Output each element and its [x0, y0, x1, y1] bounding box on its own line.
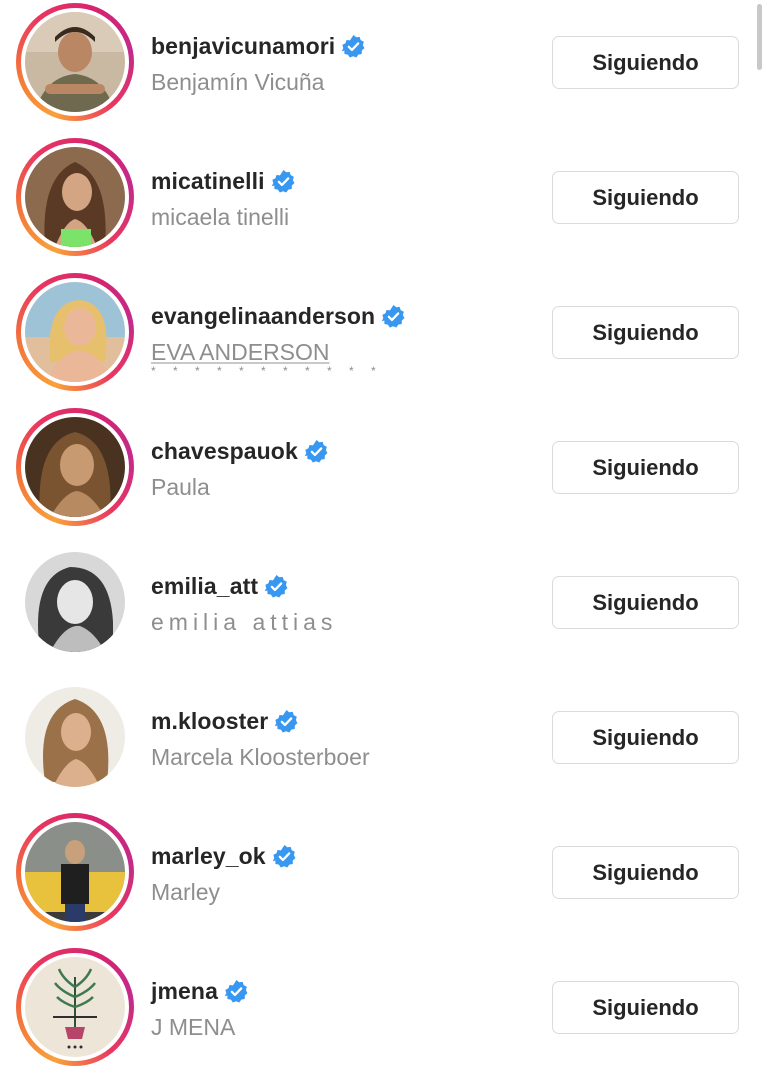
- username[interactable]: benjavicunamori: [151, 33, 335, 60]
- verified-badge-icon: [381, 304, 405, 328]
- avatar[interactable]: [25, 957, 125, 1057]
- avatar[interactable]: [25, 822, 125, 922]
- scrollbar[interactable]: [757, 4, 762, 70]
- avatar[interactable]: [25, 147, 125, 247]
- following-button[interactable]: Siguiendo: [552, 306, 739, 359]
- avatar[interactable]: [25, 687, 125, 787]
- following-button[interactable]: Siguiendo: [552, 36, 739, 89]
- blonde-woman-photo: [25, 282, 125, 382]
- list-item[interactable]: chavespauok Paula Siguiendo: [0, 405, 767, 540]
- following-button[interactable]: Siguiendo: [552, 981, 739, 1034]
- man-taxi-photo: [25, 822, 125, 922]
- story-ring[interactable]: [16, 813, 134, 931]
- full-name: J MENA: [151, 1014, 236, 1040]
- avatar[interactable]: [25, 12, 125, 112]
- verified-badge-icon: [272, 844, 296, 868]
- avatar-frame[interactable]: [16, 543, 134, 661]
- verified-badge-icon: [264, 574, 288, 598]
- full-name: EVA ANDERSON: [151, 339, 330, 365]
- verified-badge-icon: [304, 439, 328, 463]
- full-name: Marley: [151, 879, 221, 905]
- username[interactable]: evangelinaanderson: [151, 303, 375, 330]
- full-name: emilia attias: [151, 609, 338, 635]
- woman-portrait-photo: [25, 417, 125, 517]
- following-button[interactable]: Siguiendo: [552, 171, 739, 224]
- plant-logo: [25, 957, 125, 1057]
- story-ring[interactable]: [16, 138, 134, 256]
- following-button[interactable]: Siguiendo: [552, 846, 739, 899]
- full-name: micaela tinelli: [151, 204, 290, 230]
- avatar[interactable]: [25, 282, 125, 382]
- following-button[interactable]: Siguiendo: [552, 576, 739, 629]
- avatar-frame[interactable]: [16, 678, 134, 796]
- verified-badge-icon: [224, 979, 248, 1003]
- username[interactable]: micatinelli: [151, 168, 265, 195]
- username[interactable]: marley_ok: [151, 843, 266, 870]
- list-item[interactable]: emilia_att emilia attias Siguiendo: [0, 540, 767, 675]
- full-name-decoration: * * * * * * * * * * *: [151, 364, 383, 378]
- full-name: Benjamín Vicuña: [151, 69, 325, 95]
- man-smiling-photo: [25, 12, 125, 112]
- verified-badge-icon: [342, 34, 365, 58]
- story-ring[interactable]: [16, 273, 134, 391]
- story-ring[interactable]: [16, 3, 134, 121]
- full-name: Paula: [151, 474, 210, 500]
- bw-woman-photo: [25, 552, 125, 652]
- curly-hair-woman-photo: [25, 687, 125, 787]
- following-list: benjavicunamori Benjamín Vicuña Siguiend…: [0, 0, 767, 1074]
- list-item[interactable]: evangelinaanderson EVA ANDERSON * * * * …: [0, 270, 767, 405]
- username[interactable]: emilia_att: [151, 573, 258, 600]
- list-item[interactable]: jmena J MENA Siguiendo: [0, 945, 767, 1074]
- list-item[interactable]: m.klooster Marcela Kloosterboer Siguiend…: [0, 675, 767, 810]
- avatar[interactable]: [25, 552, 125, 652]
- list-item[interactable]: benjavicunamori Benjamín Vicuña Siguiend…: [0, 0, 767, 135]
- full-name: Marcela Kloosterboer: [151, 744, 370, 770]
- following-button[interactable]: Siguiendo: [552, 441, 739, 494]
- avatar[interactable]: [25, 417, 125, 517]
- verified-badge-icon: [271, 169, 295, 193]
- list-item[interactable]: marley_ok Marley Siguiendo: [0, 810, 767, 945]
- story-ring[interactable]: [16, 408, 134, 526]
- list-item[interactable]: micatinelli micaela tinelli Siguiendo: [0, 135, 767, 270]
- username[interactable]: chavespauok: [151, 438, 298, 465]
- following-button[interactable]: Siguiendo: [552, 711, 739, 764]
- woman-long-hair-photo: [25, 147, 125, 247]
- username[interactable]: jmena: [151, 978, 218, 1005]
- story-ring[interactable]: [16, 948, 134, 1066]
- username[interactable]: m.klooster: [151, 708, 268, 735]
- verified-badge-icon: [275, 709, 298, 733]
